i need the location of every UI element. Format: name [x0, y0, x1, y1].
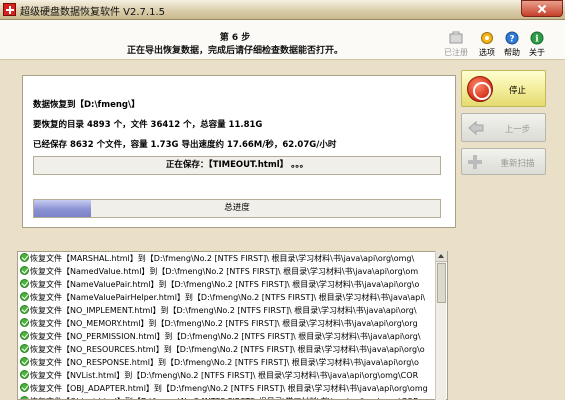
recovery-log-list[interactable]: 恢复文件【MARSHAL.html】到【D:\fmeng\No.2 [NTFS …: [17, 251, 448, 400]
step-header: 第 6 步 正在导出恢复数据，完成后请仔细检查数据能否打开。 已注册 选项 ? …: [0, 20, 565, 60]
help-icon: ?: [505, 31, 519, 45]
log-text: 恢复文件【MARSHAL.html】到【D:\fmeng\No.2 [NTFS …: [30, 254, 415, 263]
log-text: 恢复文件【NO_PERMISSION.html】到【D:\fmeng\No.2 …: [30, 332, 421, 341]
log-row[interactable]: 恢复文件【NVList.html】到【D:\fmeng\No.2 [NTFS F…: [18, 369, 447, 382]
info-icon: i: [530, 31, 544, 45]
registered-button: 已注册: [443, 31, 469, 59]
log-text: 恢复文件【OBJ_ADAPTER.html】到【D:\fmeng\No.2 [N…: [30, 384, 428, 393]
checkmark-icon: [20, 266, 29, 275]
checkmark-icon: [20, 292, 29, 301]
checkmark-icon: [20, 370, 29, 379]
rescan-label: 重新扫描: [500, 159, 535, 169]
options-button[interactable]: 选项: [474, 32, 500, 59]
help-button[interactable]: ? 帮助: [499, 31, 525, 59]
log-row[interactable]: 恢复文件【NO_IMPLEMENT.html】到【D:\fmeng\No.2 […: [18, 304, 447, 317]
about-label: 关于: [529, 48, 545, 57]
svg-text:?: ?: [509, 35, 514, 45]
log-text: 恢复文件【NO_MEMORY.html】到【D:\fmeng\No.2 [NTF…: [30, 319, 418, 328]
svg-text:i: i: [535, 35, 539, 45]
log-row[interactable]: 恢复文件【NO_PERMISSION.html】到【D:\fmeng\No.2 …: [18, 330, 447, 343]
rescan-button[interactable]: 重新扫描: [461, 148, 546, 175]
current-file-box: 正在保存：【TIMEOUT.html】 。。。: [33, 156, 441, 175]
log-row[interactable]: 恢复文件【MARSHAL.html】到【D:\fmeng\No.2 [NTFS …: [18, 252, 447, 265]
log-scrollbar[interactable]: [435, 251, 447, 400]
log-row[interactable]: 恢复文件【NO_MEMORY.html】到【D:\fmeng\No.2 [NTF…: [18, 317, 447, 330]
checkmark-icon: [20, 305, 29, 314]
status-panel: 数据恢复到【D:\fmeng\】 要恢复的目录 4893 个，文件 36412 …: [22, 75, 456, 228]
log-text: 恢复文件【NamedValue.html】到【D:\fmeng\No.2 [NT…: [30, 267, 419, 276]
window-title: 超级硬盘数据恢复软件 V2.7.1.5: [20, 7, 166, 18]
checkmark-icon: [20, 331, 29, 340]
title-bar: 超级硬盘数据恢复软件 V2.7.1.5: [0, 0, 565, 20]
gear-icon: [481, 32, 493, 44]
scroll-thumb[interactable]: [437, 263, 446, 303]
log-text: 恢复文件【NO_IMPLEMENT.html】到【D:\fmeng\No.2 […: [30, 306, 417, 315]
registered-label: 已注册: [444, 48, 468, 57]
log-text: 恢复文件【NO_RESOURCES.html】到【D:\fmeng\No.2 […: [30, 345, 425, 354]
app-logo-icon: [3, 3, 16, 16]
log-row[interactable]: 恢复文件【NO_RESOURCES.html】到【D:\fmeng\No.2 […: [18, 343, 447, 356]
log-row[interactable]: 恢复文件【NameValuePairHelper.html】到【D:\fmeng…: [18, 291, 447, 304]
stop-label: 停止: [508, 86, 526, 96]
log-row[interactable]: 恢复文件【NameValuePair.html】到【D:\fmeng\No.2 …: [18, 278, 447, 291]
checkmark-icon: [20, 253, 29, 262]
back-arrow-icon: [468, 121, 484, 135]
log-text: 恢复文件【NameValuePairHelper.html】到【D:\fmeng…: [30, 293, 426, 302]
log-text: 恢复文件【NVList.html】到【D:\fmeng\No.2 [NTFS F…: [30, 371, 419, 380]
step-title: 第 6 步: [219, 33, 251, 43]
previous-step-button[interactable]: 上一步: [461, 113, 546, 142]
log-row[interactable]: 恢复文件【Object.html】到【D:\fmeng\No.2 [NTFS F…: [18, 395, 447, 399]
checkmark-icon: [20, 344, 29, 353]
scroll-up-icon[interactable]: [436, 251, 447, 262]
progress-label: 总进度: [224, 203, 250, 213]
log-text: 恢复文件【NO_RESPONSE.html】到【D:\fmeng\No.2 [N…: [30, 358, 419, 367]
checkmark-icon: [20, 357, 29, 366]
registered-icon: [449, 31, 463, 44]
checkmark-icon: [20, 279, 29, 288]
checkmark-icon: [20, 318, 29, 327]
restore-destination: 数据恢复到【D:\fmeng\】: [33, 100, 140, 110]
previous-step-label: 上一步: [504, 125, 531, 135]
log-row[interactable]: 恢复文件【NamedValue.html】到【D:\fmeng\No.2 [NT…: [18, 265, 447, 278]
close-button[interactable]: [521, 0, 563, 17]
options-label: 选项: [479, 48, 495, 57]
checkmark-icon: [20, 383, 29, 392]
total-progress-bar: 总进度: [33, 199, 441, 218]
restore-summary: 要恢复的目录 4893 个，文件 36412 个，总容量 11.81G: [33, 120, 263, 130]
stop-icon: [467, 76, 493, 102]
help-label: 帮助: [504, 48, 520, 57]
step-description: 正在导出恢复数据，完成后请仔细检查数据能否打开。: [126, 46, 343, 56]
checkmark-icon: [20, 396, 29, 399]
log-row[interactable]: 恢复文件【OBJ_ADAPTER.html】到【D:\fmeng\No.2 [N…: [18, 382, 447, 395]
saved-summary: 已经保存 8632 个文件，容量 1.73G 导出速度约 17.66M/秒，62…: [33, 140, 337, 150]
about-button[interactable]: i 关于: [524, 31, 550, 59]
log-text: 恢复文件【NameValuePair.html】到【D:\fmeng\No.2 …: [30, 280, 420, 289]
plus-icon: [468, 155, 482, 169]
log-row[interactable]: 恢复文件【NO_RESPONSE.html】到【D:\fmeng\No.2 [N…: [18, 356, 447, 369]
stop-button[interactable]: 停止: [461, 70, 546, 107]
